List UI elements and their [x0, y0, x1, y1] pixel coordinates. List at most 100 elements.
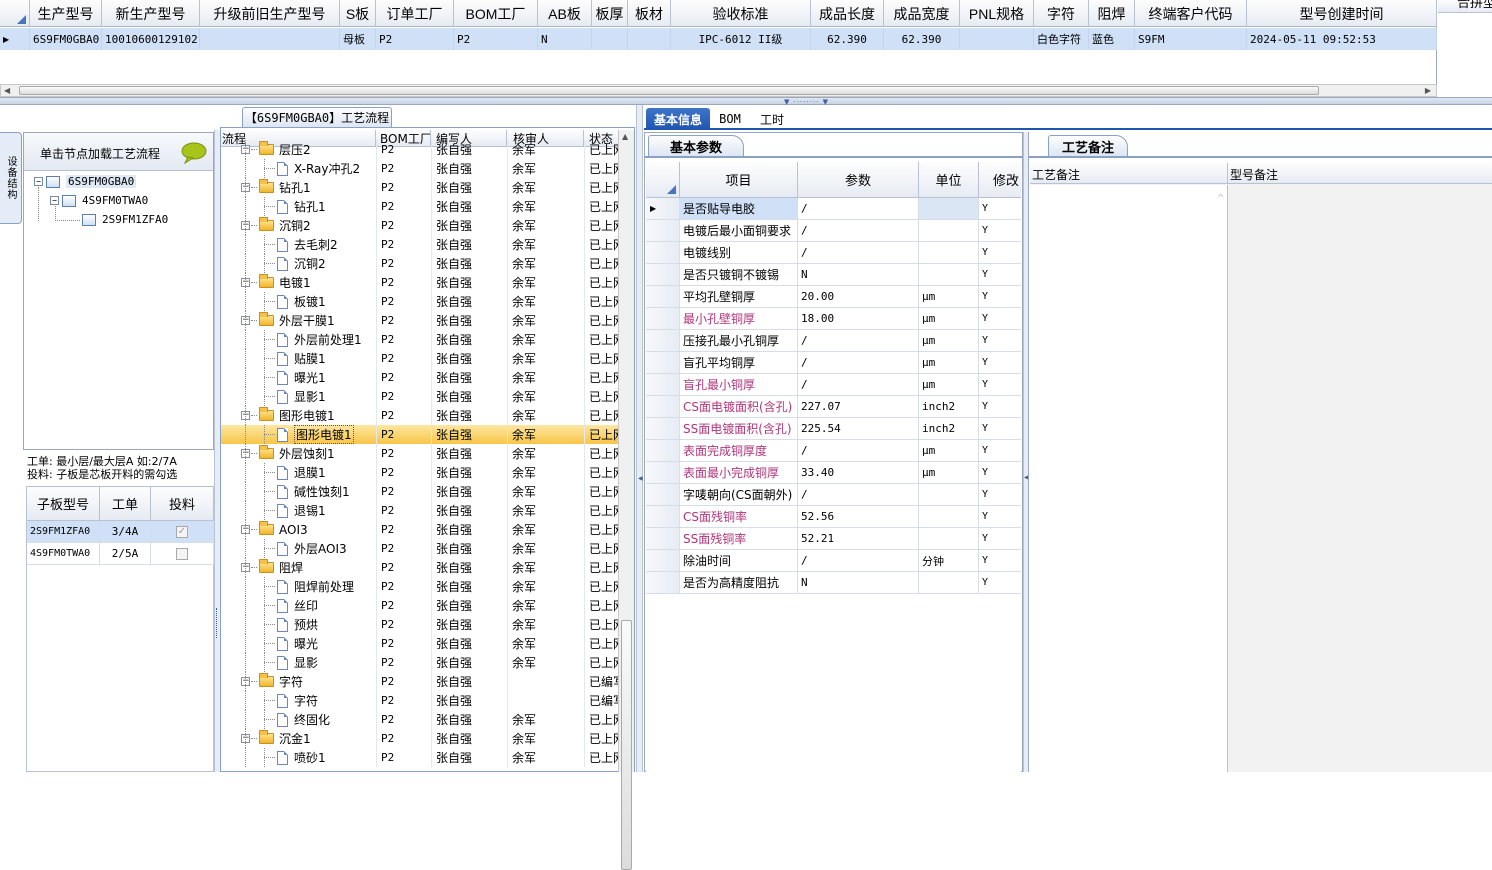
param-row-indicator[interactable] — [646, 418, 680, 440]
col-order[interactable]: 工单 — [100, 487, 151, 521]
flow-group-row[interactable]: −外层干膜1P2张自强余军已上网 — [221, 311, 618, 330]
flow-step-row[interactable]: 沉铜2 P2张自强余军已上网 — [221, 254, 618, 273]
top-cell[interactable]: 母板 — [340, 28, 376, 50]
param-modify[interactable]: Y — [979, 242, 1021, 264]
flow-step-row[interactable]: 阻焊前处理 P2张自强余军已上网 — [221, 577, 618, 596]
top-cell[interactable]: P2 — [376, 28, 454, 50]
params-corner[interactable] — [646, 162, 680, 198]
param-row-indicator[interactable] — [646, 528, 680, 550]
top-grid-hscrollbar[interactable]: ◀ ▶ — [0, 84, 1437, 97]
top-cell[interactable] — [200, 28, 340, 50]
top-col-header[interactable]: 阻焊 — [1089, 0, 1135, 27]
param-row-indicator[interactable] — [646, 308, 680, 330]
top-cell[interactable]: 蓝色 — [1089, 28, 1135, 50]
flow-group-row[interactable]: −沉铜2P2张自强余军已上网 — [221, 216, 618, 235]
param-row-indicator[interactable] — [646, 484, 680, 506]
param-unit[interactable] — [919, 198, 979, 220]
param-unit[interactable]: μm — [919, 440, 979, 462]
tab-process-notes[interactable]: 工艺备注 — [1048, 135, 1128, 156]
param-modify[interactable]: Y — [979, 440, 1021, 462]
param-modify[interactable]: Y — [979, 286, 1021, 308]
param-unit[interactable]: μm — [919, 352, 979, 374]
top-col-header[interactable]: PNL规格 — [960, 0, 1034, 27]
sub-board-order[interactable]: 2/5A — [100, 543, 151, 565]
top-col-header[interactable]: 生产型号 — [30, 0, 102, 27]
param-unit[interactable]: μm — [919, 308, 979, 330]
param-row-indicator[interactable] — [646, 264, 680, 286]
flow-group-row[interactable]: −字符P2张自强已编写 — [221, 672, 618, 691]
top-col-header[interactable]: S板 — [340, 0, 376, 27]
flow-vscrollbar[interactable]: ▲ — [618, 130, 634, 870]
top-col-header[interactable]: 订单工厂 — [376, 0, 454, 27]
flow-group-row[interactable]: −外层蚀刻1P2张自强余军已上网 — [221, 444, 618, 463]
flow-step-row[interactable]: 丝印 P2张自强余军已上网 — [221, 596, 618, 615]
flow-step-row[interactable]: 贴膜1 P2张自强余军已上网 — [221, 349, 618, 368]
param-value[interactable]: / — [798, 220, 919, 242]
flow-step-row[interactable]: 外层AOI3 P2张自强余军已上网 — [221, 539, 618, 558]
grid-corner[interactable] — [0, 0, 30, 27]
param-row-indicator[interactable] — [646, 462, 680, 484]
param-modify[interactable]: Y — [979, 506, 1021, 528]
top-cell[interactable]: 2024-05-11 09:52:53 — [1247, 28, 1437, 50]
param-unit[interactable] — [919, 572, 979, 594]
horizontal-splitter[interactable]: ▼ ········ ▼ — [0, 97, 1492, 106]
top-cell[interactable]: 白色字符 — [1034, 28, 1089, 50]
param-modify[interactable]: Y — [979, 198, 1021, 220]
tab-labor-hours[interactable]: 工时 — [752, 108, 792, 130]
param-value[interactable]: / — [798, 242, 919, 264]
param-value[interactable]: 227.07 — [798, 396, 919, 418]
flow-step-row[interactable]: 显影 P2张自强余军已上网 — [221, 653, 618, 672]
tree-node-child[interactable]: − 4S9FM0TWA0 — [50, 194, 148, 207]
flow-group-row[interactable]: −沉金1P2张自强余军已上网 — [221, 729, 618, 748]
param-row-indicator[interactable] — [646, 330, 680, 352]
top-col-header[interactable]: 成品长度 — [811, 0, 884, 27]
param-modify[interactable]: Y — [979, 330, 1021, 352]
top-col-header[interactable]: 终端客户代码 — [1135, 0, 1247, 27]
col-modify[interactable]: 修改 — [979, 162, 1021, 198]
col-process-note[interactable]: 工艺备注 — [1030, 163, 1228, 184]
param-unit[interactable] — [919, 484, 979, 506]
param-row-indicator[interactable] — [646, 286, 680, 308]
top-cell[interactable]: N — [538, 28, 592, 50]
col-unit[interactable]: 单位 — [919, 162, 979, 198]
splitter-grip-icon[interactable] — [216, 608, 219, 638]
flow-step-row[interactable]: 退膜1 P2张自强余军已上网 — [221, 463, 618, 482]
scroll-left-icon[interactable]: ◀ — [4, 86, 10, 95]
scroll-right-icon[interactable]: ▶ — [1425, 86, 1431, 95]
flow-step-row[interactable]: 预烘 P2张自强余军已上网 — [221, 615, 618, 634]
param-value[interactable]: 20.00 — [798, 286, 919, 308]
feed-checkbox[interactable]: ✓ — [176, 525, 188, 538]
param-value[interactable]: / — [798, 330, 919, 352]
param-unit[interactable] — [919, 506, 979, 528]
param-value[interactable]: N — [798, 572, 919, 594]
top-col-header[interactable]: AB板 — [538, 0, 592, 27]
top-cell[interactable] — [592, 28, 628, 50]
param-value[interactable]: / — [798, 440, 919, 462]
flow-group-row[interactable]: −电镀1P2张自强余军已上网 — [221, 273, 618, 292]
top-cell[interactable]: P2 — [454, 28, 538, 50]
col-param[interactable]: 参数 — [798, 162, 919, 198]
scroll-up-icon[interactable]: ^ — [1217, 193, 1224, 202]
mid-splitter[interactable]: ◀ — [636, 105, 643, 772]
param-modify[interactable]: Y — [979, 550, 1021, 572]
param-modify[interactable]: Y — [979, 308, 1021, 330]
col-model-note[interactable]: 型号备注 — [1228, 163, 1492, 184]
param-modify[interactable]: Y — [979, 484, 1021, 506]
param-value[interactable]: / — [798, 352, 919, 374]
scroll-thumb[interactable] — [621, 620, 632, 870]
flow-group-row[interactable]: −AOI3P2张自强余军已上网 — [221, 520, 618, 539]
process-note-text[interactable]: ^ — [1030, 185, 1228, 772]
top-col-header[interactable]: 升级前旧生产型号 — [200, 0, 340, 27]
flow-step-row[interactable]: 曝光1 P2张自强余军已上网 — [221, 368, 618, 387]
flow-step-row[interactable]: 字符 P2张自强 已编写 — [221, 691, 618, 710]
param-modify[interactable]: Y — [979, 418, 1021, 440]
tree-node-root[interactable]: − 6S9FM0GBA0 — [34, 175, 137, 188]
flow-step-row[interactable]: 喷砂1 P2张自强余军已上网 — [221, 748, 618, 767]
top-col-header[interactable]: 成品宽度 — [884, 0, 960, 27]
flow-step-row[interactable]: 曝光 P2张自强余军已上网 — [221, 634, 618, 653]
load-hint-bar[interactable]: 单击节点加载工艺流程 — [24, 133, 213, 171]
top-cell[interactable]: IPC-6012 II级 — [671, 28, 811, 50]
param-value[interactable]: 33.40 — [798, 462, 919, 484]
param-modify[interactable]: Y — [979, 528, 1021, 550]
top-cell[interactable]: 62.390 — [811, 28, 884, 50]
